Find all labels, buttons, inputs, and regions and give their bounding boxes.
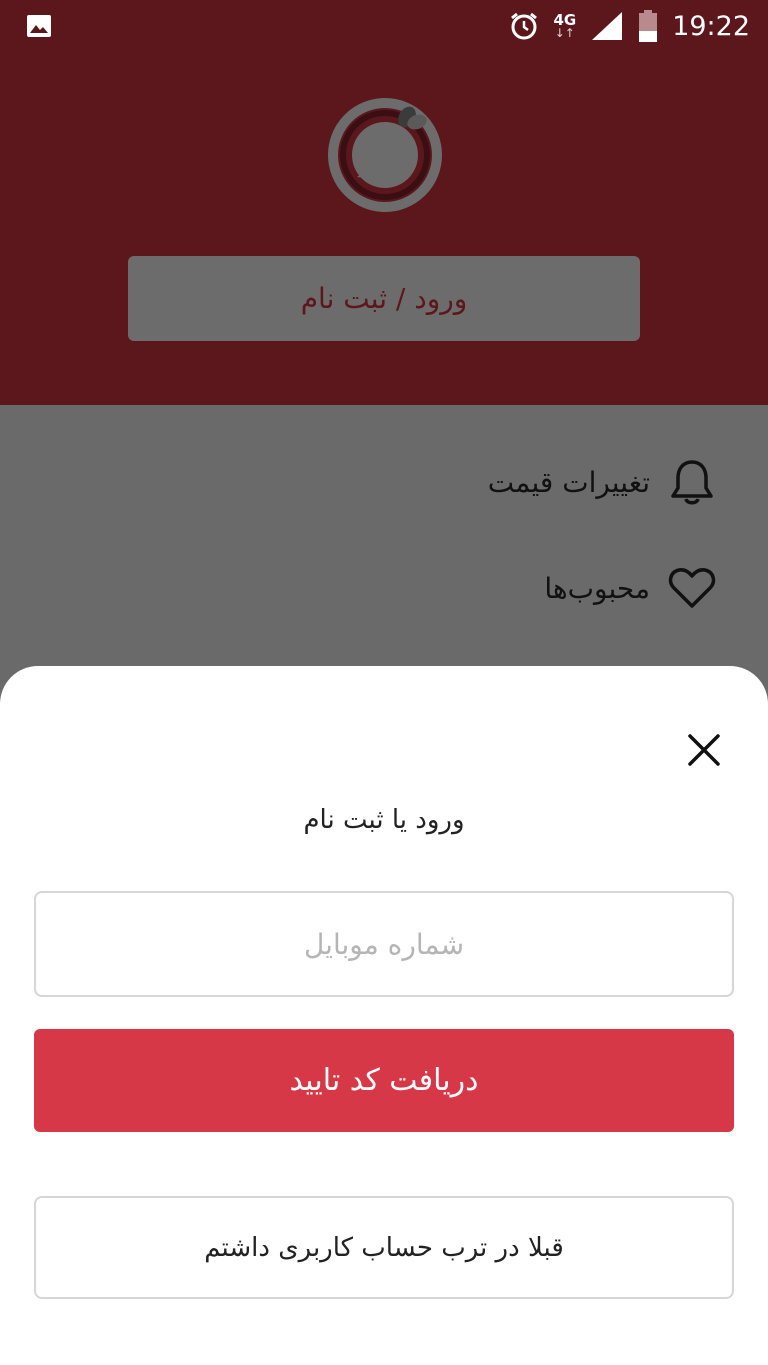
bell-icon	[671, 460, 713, 505]
heart-icon	[668, 568, 716, 608]
image-notification-icon	[27, 15, 51, 37]
status-time: 19:22	[672, 10, 750, 42]
signal-icon	[592, 12, 623, 40]
close-button[interactable]	[680, 726, 728, 774]
menu-item-label: تغییرات قیمت	[487, 465, 650, 499]
sheet-title: ورود یا ثبت نام	[303, 805, 465, 835]
login-register-button[interactable]: ورود / ثبت نام	[128, 256, 640, 341]
status-right: 4G ↓↑ 19:22	[509, 9, 768, 43]
mobile-number-input[interactable]	[34, 891, 734, 997]
alarm-icon	[511, 12, 538, 40]
battery-icon	[639, 10, 658, 42]
menu-item-label: محبوب‌ها	[544, 571, 650, 605]
close-icon	[688, 734, 720, 766]
network-indicator: 4G ↓↑	[553, 11, 577, 40]
status-left	[0, 14, 52, 38]
torob-logo-icon	[328, 98, 442, 212]
network-type: 4G	[553, 11, 577, 29]
get-verification-code-button[interactable]: دریافت کد تایید	[34, 1029, 734, 1132]
profile-header: ورود / ثبت نام	[0, 0, 768, 405]
menu-item-price-changes[interactable]: تغییرات قیمت	[488, 452, 716, 512]
existing-account-button[interactable]: قبلا در ترب حساب کاربری داشتم	[34, 1196, 734, 1299]
status-bar: 4G ↓↑ 19:22	[0, 0, 768, 52]
menu-item-favorites[interactable]: محبوب‌ها	[544, 558, 716, 618]
network-arrows: ↓↑	[554, 26, 575, 40]
